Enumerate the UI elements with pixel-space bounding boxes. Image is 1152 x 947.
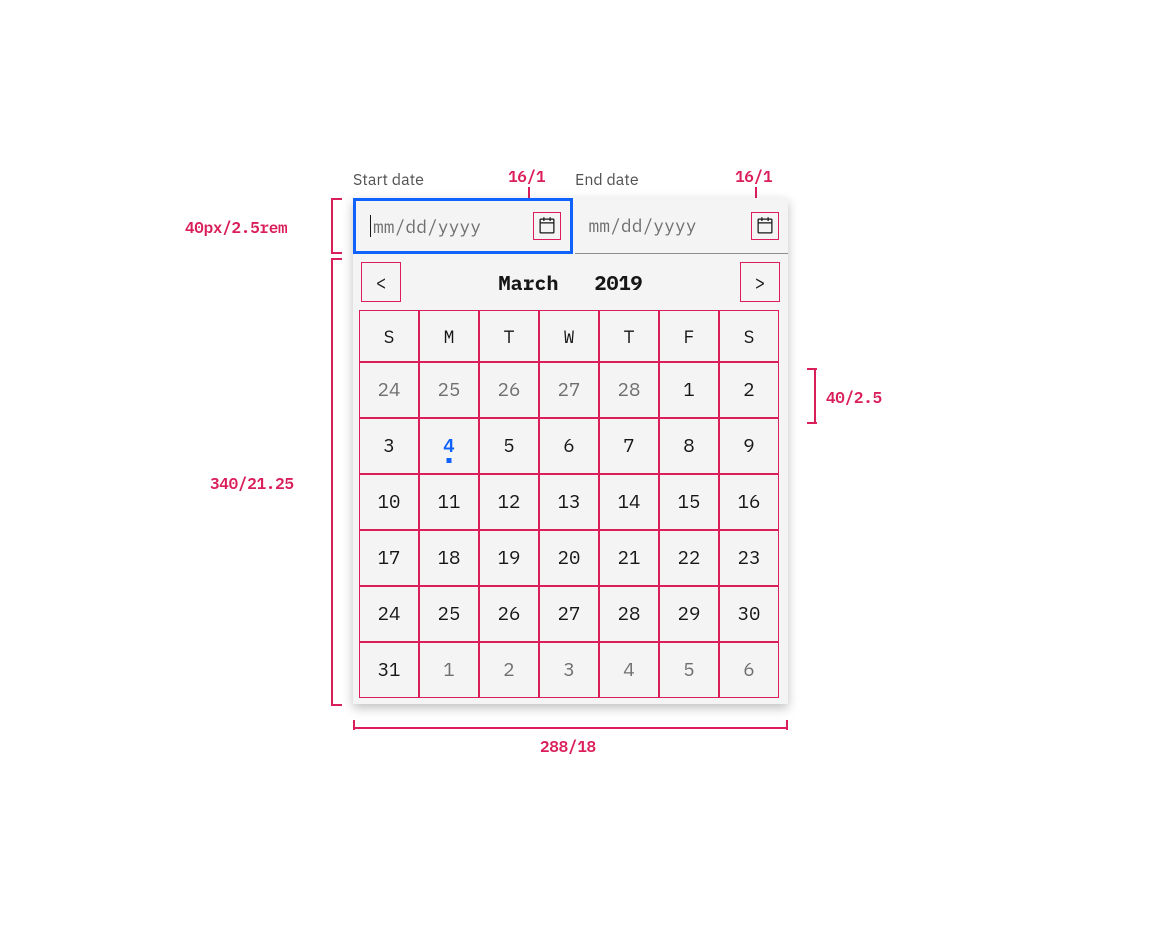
calendar-week-row: 31123456 (359, 642, 782, 698)
spec-canvas: Start date End date 16/1 16/1 40px/2.5re… (0, 0, 1152, 947)
calendar-day-today[interactable]: 4 (419, 418, 479, 474)
calendar-day[interactable]: 25 (419, 586, 479, 642)
spec-bracket-panel-width (353, 727, 788, 729)
calendar-week-row: 24252627282930 (359, 586, 782, 642)
prev-month-button[interactable]: < (361, 262, 401, 302)
calendar-day-other-month[interactable]: 6 (719, 642, 779, 698)
calendar-day-other-month[interactable]: 1 (419, 642, 479, 698)
calendar-day[interactable]: 22 (659, 530, 719, 586)
month-year-label[interactable]: March 2019 (499, 269, 643, 296)
calendar-day-other-month[interactable]: 5 (659, 642, 719, 698)
calendar-week-row: 242526272812 (359, 362, 782, 418)
weekday-cell: F (659, 310, 719, 362)
weekday-row: SMTWTFS (359, 310, 782, 362)
calendar-day[interactable]: 27 (539, 586, 599, 642)
calendar-day[interactable]: 3 (359, 418, 419, 474)
spec-panel-width: 288/18 (540, 737, 596, 757)
spec-input-height: 40px/2.5rem (185, 218, 287, 238)
calendar-day[interactable]: 24 (359, 586, 419, 642)
date-inputs-row: mm/dd/yyyy mm/dd/yyyy (353, 198, 788, 254)
end-date-input[interactable]: mm/dd/yyyy (575, 198, 789, 254)
month-label: March (499, 269, 559, 296)
weekday-cell: T (599, 310, 659, 362)
calendar-grid: SMTWTFS 24252627281234567891011121314151… (353, 310, 788, 704)
calendar-day[interactable]: 29 (659, 586, 719, 642)
spec-bracket-row-height (814, 368, 816, 424)
weekday-cell: W (539, 310, 599, 362)
start-date-input[interactable]: mm/dd/yyyy (353, 198, 573, 254)
calendar-icon[interactable] (754, 215, 776, 237)
spec-row-height: 40/2.5 (826, 388, 882, 408)
text-caret (370, 215, 371, 237)
start-date-label: Start date (353, 170, 424, 190)
calendar-day[interactable]: 6 (539, 418, 599, 474)
weekday-cell: T (479, 310, 539, 362)
spec-outline (751, 212, 779, 240)
calendar-day[interactable]: 11 (419, 474, 479, 530)
calendar-day-other-month[interactable]: 2 (479, 642, 539, 698)
next-month-button[interactable]: > (740, 262, 780, 302)
calendar-day[interactable]: 21 (599, 530, 659, 586)
calendar-day[interactable]: 17 (359, 530, 419, 586)
calendar-day[interactable]: 26 (479, 586, 539, 642)
calendar-week-row: 10111213141516 (359, 474, 782, 530)
calendar-day[interactable]: 12 (479, 474, 539, 530)
spec-panel-height: 340/21.25 (210, 474, 294, 494)
calendar-day[interactable]: 20 (539, 530, 599, 586)
weekday-cell: S (719, 310, 779, 362)
calendar-day[interactable]: 30 (719, 586, 779, 642)
calendar-week-row: 3456789 (359, 418, 782, 474)
calendar-day[interactable]: 2 (719, 362, 779, 418)
calendar-icon[interactable] (536, 215, 558, 237)
calendar-day-other-month[interactable]: 24 (359, 362, 419, 418)
spec-icon-size-start: 16/1 (508, 167, 545, 187)
end-date-label: End date (575, 170, 639, 190)
calendar-day[interactable]: 28 (599, 586, 659, 642)
calendar-day[interactable]: 31 (359, 642, 419, 698)
calendar-day[interactable]: 8 (659, 418, 719, 474)
year-label: 2019 (595, 269, 643, 296)
spec-icon-size-end: 16/1 (735, 167, 772, 187)
calendar-day-other-month[interactable]: 27 (539, 362, 599, 418)
calendar-day-other-month[interactable]: 26 (479, 362, 539, 418)
date-range-picker: mm/dd/yyyy mm/dd/yyyy < March 2019 (353, 198, 788, 704)
spec-outline (533, 212, 561, 240)
calendar-day[interactable]: 5 (479, 418, 539, 474)
weekday-cell: S (359, 310, 419, 362)
spec-bracket-panel-height (331, 258, 333, 706)
calendar-day[interactable]: 1 (659, 362, 719, 418)
calendar-day[interactable]: 16 (719, 474, 779, 530)
end-date-placeholder: mm/dd/yyyy (589, 214, 697, 237)
calendar-day-other-month[interactable]: 28 (599, 362, 659, 418)
calendar-day[interactable]: 14 (599, 474, 659, 530)
spec-bracket-input-height (331, 198, 333, 254)
calendar-day[interactable]: 10 (359, 474, 419, 530)
start-date-placeholder: mm/dd/yyyy (373, 215, 481, 238)
calendar-day[interactable]: 7 (599, 418, 659, 474)
calendar-header: < March 2019 > (353, 254, 788, 310)
calendar-day[interactable]: 23 (719, 530, 779, 586)
calendar-day[interactable]: 9 (719, 418, 779, 474)
calendar-day[interactable]: 19 (479, 530, 539, 586)
calendar-day[interactable]: 15 (659, 474, 719, 530)
calendar-day-other-month[interactable]: 3 (539, 642, 599, 698)
calendar-day[interactable]: 13 (539, 474, 599, 530)
calendar-week-row: 17181920212223 (359, 530, 782, 586)
calendar-day[interactable]: 18 (419, 530, 479, 586)
calendar-day-other-month[interactable]: 4 (599, 642, 659, 698)
calendar-day-other-month[interactable]: 25 (419, 362, 479, 418)
weekday-cell: M (419, 310, 479, 362)
